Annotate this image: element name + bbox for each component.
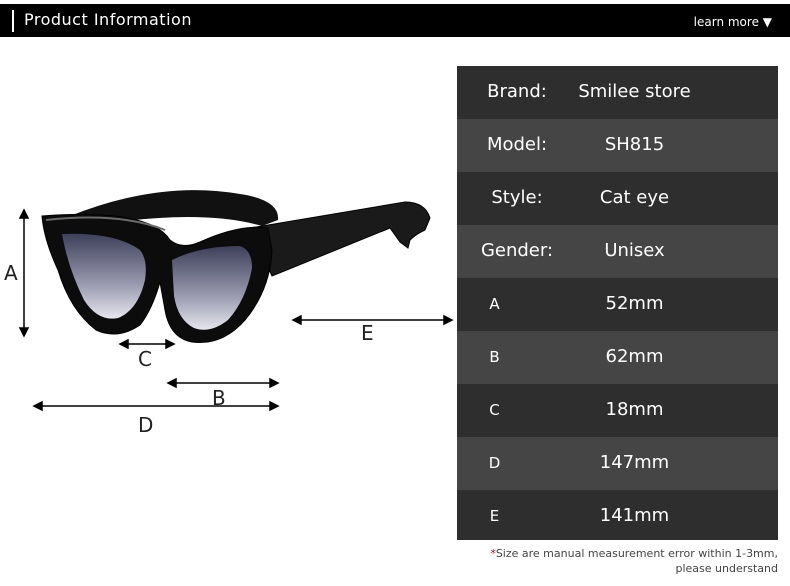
spec-label: E (489, 507, 500, 525)
spec-row-b: B 62mm (457, 331, 778, 384)
spec-value: 62mm (605, 346, 664, 367)
spec-label: B (489, 348, 500, 366)
measurement-footnote: *Size are manual measurement error withi… (418, 546, 778, 576)
spec-value: 141mm (599, 505, 670, 526)
dimension-label-d: D (138, 413, 154, 437)
dimension-label-c: C (138, 347, 152, 371)
spec-label: A (489, 295, 500, 313)
spec-row-model: Model: SH815 (457, 119, 778, 172)
footnote-text-1: Size are manual measurement error within… (495, 547, 778, 560)
header-bar: Product Information learn more ▼ (0, 4, 790, 37)
dimension-label-b: B (212, 386, 226, 410)
spec-value: 147mm (599, 452, 670, 473)
spec-label: Model: (486, 134, 548, 155)
learn-more-link[interactable]: learn more ▼ (694, 15, 772, 29)
spec-label: Style: (491, 187, 543, 208)
sunglasses-image (18, 190, 454, 412)
spec-label: Brand: (487, 81, 547, 102)
dimension-label-e: E (361, 321, 374, 345)
spec-table: Brand: Smilee store Model: SH815 Style: … (457, 66, 778, 540)
footnote-line-1: *Size are manual measurement error withi… (418, 546, 778, 561)
spec-value: SH815 (604, 134, 665, 155)
spec-row-style: Style: Cat eye (457, 172, 778, 225)
dimension-label-a: A (4, 261, 18, 285)
footnote-line-2: please understand (675, 562, 779, 575)
spec-row-gender: Gender: Unisex (457, 225, 778, 278)
sunglasses-figure: A E C B D (0, 150, 460, 450)
spec-label: C (489, 401, 500, 419)
spec-value: 18mm (605, 399, 664, 420)
spec-value: Smilee store (578, 81, 691, 102)
page-title: Product Information (24, 10, 192, 29)
spec-row-brand: Brand: Smilee store (457, 66, 778, 119)
spec-row-c: C 18mm (457, 384, 778, 437)
spec-value: 52mm (605, 293, 664, 314)
spec-label: D (488, 454, 501, 472)
spec-row-e: E 141mm (457, 490, 778, 540)
spec-row-d: D 147mm (457, 437, 778, 490)
spec-value: Unisex (604, 240, 665, 261)
spec-row-a: A 52mm (457, 278, 778, 331)
spec-label: Gender: (480, 240, 554, 261)
header-accent-line (12, 10, 14, 32)
spec-value: Cat eye (599, 187, 670, 208)
